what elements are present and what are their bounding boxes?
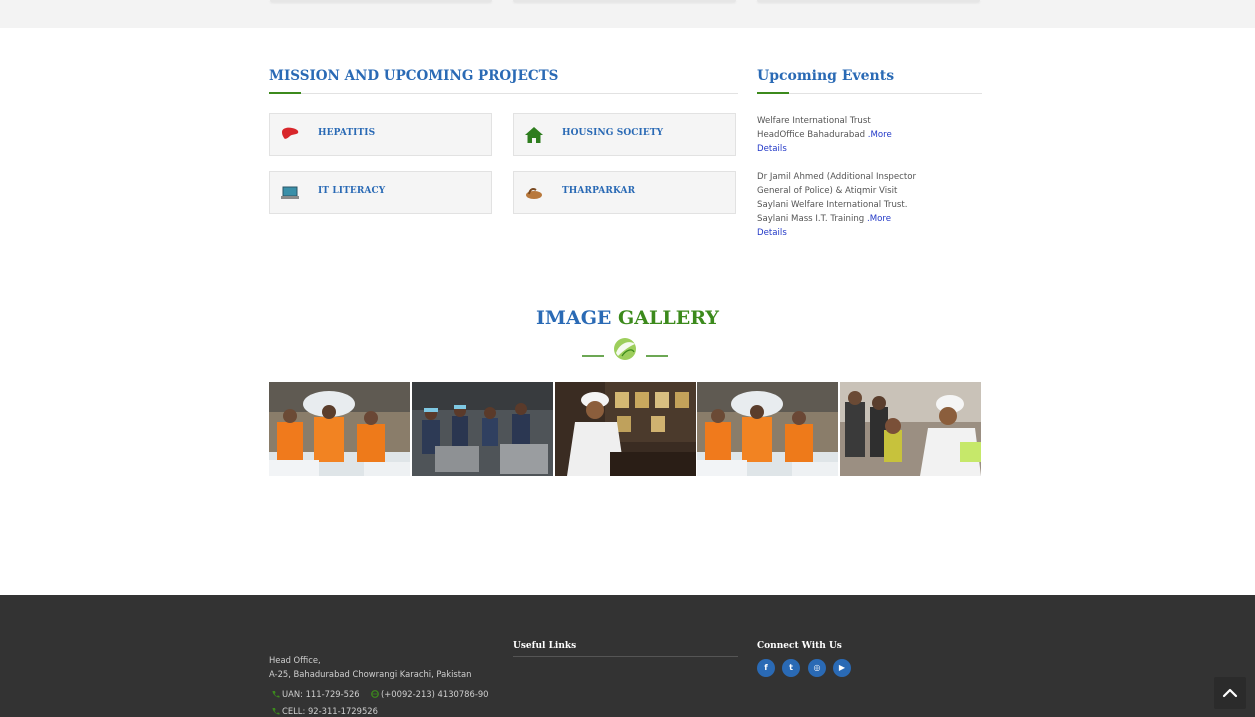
kitchen-cooking-pots-image bbox=[412, 382, 553, 476]
youtube-icon[interactable]: ▶ bbox=[833, 659, 851, 677]
gallery-image[interactable] bbox=[840, 382, 981, 476]
connect-title: Connect With Us bbox=[757, 641, 842, 651]
project-label: THARPARKAR bbox=[562, 186, 636, 196]
footer-cell: CELL: 92-311-1729526 bbox=[282, 706, 378, 716]
gallery-image[interactable] bbox=[412, 382, 553, 476]
mission-title: MISSION AND UPCOMING PROJECTS bbox=[269, 68, 559, 84]
gallery-image[interactable] bbox=[697, 382, 838, 476]
scroll-to-top-button[interactable] bbox=[1214, 677, 1246, 709]
liver-icon bbox=[282, 127, 299, 139]
events-title-underline bbox=[757, 92, 789, 94]
volunteers-carrying-sacks-image bbox=[697, 382, 838, 476]
gallery-image[interactable] bbox=[555, 382, 696, 476]
event-details-link[interactable]: Details bbox=[757, 144, 787, 154]
twitter-icon[interactable]: t bbox=[782, 659, 800, 677]
children-with-elder-image bbox=[840, 382, 981, 476]
footer-phone: (+0092-213) 4130786-90 bbox=[381, 689, 489, 699]
previous-section-strip bbox=[0, 0, 1255, 28]
previous-card bbox=[513, 0, 736, 2]
footer-uan: UAN: 111-729-526 bbox=[282, 689, 360, 699]
phone-icon bbox=[272, 708, 280, 715]
footer-address-line2: A-25, Bahadurabad Chowrangi Karachi, Pak… bbox=[269, 669, 472, 679]
event-text: Dr Jamil Ahmed (Additional Inspector bbox=[757, 172, 917, 182]
laptop-icon bbox=[281, 186, 299, 199]
mission-title-underline bbox=[269, 92, 301, 94]
home-icon bbox=[525, 127, 543, 143]
project-label: IT LITERACY bbox=[318, 186, 386, 196]
gallery-title: IMAGE GALLERY bbox=[0, 307, 1255, 329]
event-text: General of Police) & Atiqmir Visit bbox=[757, 186, 898, 196]
tharparkar-icon bbox=[526, 188, 542, 199]
project-hepatitis[interactable]: HEPATITIS bbox=[269, 113, 492, 156]
event-more-link[interactable]: .More bbox=[867, 214, 891, 224]
event-text: Saylani Welfare International Trust. bbox=[757, 200, 908, 210]
event-text: Welfare International Trust bbox=[757, 116, 871, 126]
event-text: Saylani Mass I.T. Training bbox=[757, 214, 865, 224]
volunteers-carrying-sacks-image bbox=[269, 382, 410, 476]
previous-card bbox=[270, 0, 492, 2]
globe-icon bbox=[371, 690, 379, 698]
project-label: HOUSING SOCIETY bbox=[562, 128, 664, 138]
gallery-title-part1: IMAGE bbox=[536, 307, 612, 329]
useful-links-title: Useful Links bbox=[513, 641, 577, 651]
facebook-icon[interactable]: f bbox=[757, 659, 775, 677]
scholar-at-desk-image bbox=[555, 382, 696, 476]
events-title: Upcoming Events bbox=[757, 68, 895, 84]
event-more-link[interactable]: .More bbox=[868, 130, 892, 140]
events-ticker: Welfare International Trust HeadOffice B… bbox=[757, 100, 957, 250]
project-tharparkar[interactable]: THARPARKAR bbox=[513, 171, 736, 214]
phone-icon bbox=[272, 691, 280, 698]
footer-address-line1: Head Office, bbox=[269, 655, 321, 665]
event-text: HeadOffice Bahadurabad bbox=[757, 130, 866, 140]
previous-card bbox=[757, 0, 980, 2]
gallery-title-part2: GALLERY bbox=[618, 307, 719, 329]
instagram-icon[interactable]: ◎ bbox=[808, 659, 826, 677]
event-item: Dr Jamil Ahmed (Additional Inspector Gen… bbox=[757, 170, 957, 240]
gallery-divider-leaf-icon bbox=[582, 338, 668, 360]
project-housing-society[interactable]: HOUSING SOCIETY bbox=[513, 113, 736, 156]
events-divider bbox=[757, 93, 982, 94]
event-details-link[interactable]: Details bbox=[757, 228, 787, 238]
event-item: Welfare International Trust HeadOffice B… bbox=[757, 114, 957, 156]
mission-divider bbox=[269, 93, 738, 94]
project-label: HEPATITIS bbox=[318, 128, 376, 138]
project-it-literacy[interactable]: IT LITERACY bbox=[269, 171, 492, 214]
chevron-up-icon bbox=[1222, 688, 1238, 698]
useful-links-divider bbox=[513, 656, 738, 657]
gallery-image[interactable] bbox=[269, 382, 410, 476]
